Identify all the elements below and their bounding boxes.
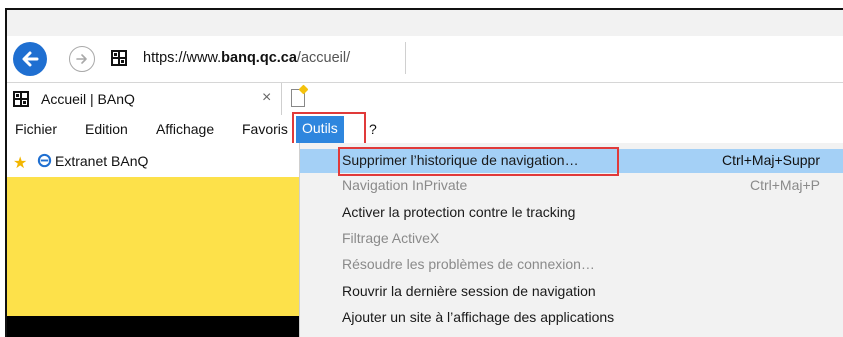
highlight-box-outils: [292, 112, 366, 147]
forward-button[interactable]: [69, 46, 95, 72]
tab-title: Accueil | BAnQ: [41, 91, 135, 107]
url-prefix: https://www.: [143, 50, 222, 66]
menu-fichier[interactable]: Fichier: [15, 121, 57, 137]
highlight-box-delete-history: [338, 147, 619, 176]
page-content-footer: [7, 316, 299, 337]
tab-accueil[interactable]: Accueil | BAnQ ×: [7, 83, 282, 115]
menu-item-inprivate[interactable]: Navigation InPrivate Ctrl+Maj+P: [300, 174, 843, 198]
new-tab-icon[interactable]: [291, 89, 305, 107]
menu-item-shortcut: Ctrl+Maj+P: [749, 177, 820, 193]
title-strip: [7, 10, 843, 36]
add-favorite-star-icon[interactable]: ★: [13, 153, 27, 173]
menu-item-reopen-session[interactable]: Rouvrir la dernière session de navigatio…: [300, 280, 843, 304]
menu-help[interactable]: ?: [369, 121, 377, 137]
menu-item-activex[interactable]: Filtrage ActiveX: [300, 227, 843, 251]
internet-explorer-icon: [37, 153, 52, 168]
arrow-right-icon: [76, 54, 87, 64]
close-tab-icon[interactable]: ×: [262, 89, 271, 107]
menu-bar: Fichier Edition Affichage Favoris Outils…: [7, 112, 843, 147]
address-row: https://www.banq.qc.ca/accueil/: [7, 36, 843, 82]
browser-window: https://www.banq.qc.ca/accueil/ Accueil …: [0, 0, 843, 337]
banq-favicon-icon: [13, 91, 29, 107]
frame-border: [5, 8, 7, 337]
menu-item-label: Ajouter un site à l’affichage des applic…: [342, 309, 615, 325]
menu-item-label: Activer la protection contre le tracking: [342, 204, 576, 220]
menu-edition[interactable]: Edition: [85, 121, 128, 137]
url-domain: banq.qc.ca: [221, 50, 297, 66]
back-button[interactable]: [13, 42, 47, 76]
favorite-extranet-banq[interactable]: Extranet BAnQ: [55, 153, 148, 169]
menu-item-label: Résoudre les problèmes de connexion…: [342, 256, 595, 272]
address-bar[interactable]: https://www.banq.qc.ca/accueil/: [143, 50, 350, 66]
address-separator: [405, 42, 406, 74]
tools-menu: Supprimer l’historique de navigation… Ct…: [299, 143, 843, 337]
menu-favoris[interactable]: Favoris: [242, 121, 288, 137]
arrow-left-icon: [22, 51, 39, 67]
menu-item-fix-connection[interactable]: Résoudre les problèmes de connexion…: [300, 253, 843, 277]
menu-item-label: Rouvrir la dernière session de navigatio…: [342, 283, 596, 299]
page-content-banner: [7, 177, 299, 316]
banq-favicon-icon: [111, 50, 127, 66]
menu-item-label: Navigation InPrivate: [342, 177, 468, 193]
url-path: /accueil/: [296, 50, 351, 66]
frame-border: [5, 8, 843, 10]
tab-row: Accueil | BAnQ ×: [7, 83, 843, 115]
menu-affichage[interactable]: Affichage: [156, 121, 214, 137]
menu-item-shortcut: Ctrl+Maj+Suppr: [721, 152, 820, 168]
menu-item-add-site-apps[interactable]: Ajouter un site à l’affichage des applic…: [300, 306, 843, 330]
menu-item-label: Filtrage ActiveX: [342, 230, 440, 246]
menu-item-tracking-protection[interactable]: Activer la protection contre le tracking: [300, 201, 843, 225]
